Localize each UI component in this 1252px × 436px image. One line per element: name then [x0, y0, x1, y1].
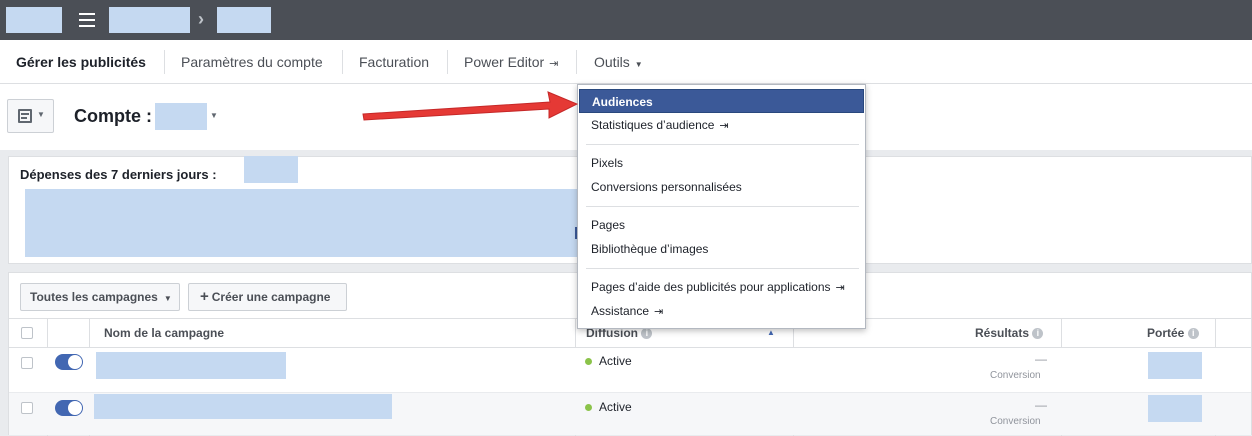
- campaign-filter-dropdown[interactable]: Toutes les campagnes ▼: [20, 283, 180, 311]
- tab-account-settings[interactable]: Paramètres du compte: [181, 40, 323, 83]
- campaign-filter-label: Toutes les campagnes: [30, 290, 158, 304]
- menu-divider: [586, 206, 859, 207]
- plus-icon: +: [200, 288, 209, 305]
- tab-power-editor-label: Power Editor: [464, 54, 545, 70]
- delivery-status: Active: [599, 400, 632, 414]
- create-campaign-button[interactable]: + Créer une campagne: [188, 283, 347, 311]
- redacted-reach: [1148, 352, 1202, 379]
- menu-item-pixels[interactable]: Pixels: [579, 151, 864, 175]
- table-row[interactable]: Active — Conversion: [9, 348, 1251, 393]
- info-icon: i: [641, 328, 653, 340]
- select-all-checkbox[interactable]: [21, 327, 33, 339]
- caret-down-icon: ▼: [634, 60, 643, 69]
- redacted-account-name[interactable]: [155, 103, 207, 130]
- redacted-breadcrumb-1[interactable]: [109, 7, 190, 33]
- menu-item-custom-conversions[interactable]: Conversions personnalisées: [579, 175, 864, 199]
- redacted-spend-amount: [244, 156, 298, 183]
- result-type: Conversion: [990, 370, 1041, 381]
- table-row[interactable]: Active — Conversion: [9, 393, 1251, 435]
- row-checkbox[interactable]: [21, 357, 33, 369]
- menu-item-audience-insights[interactable]: Statistiques d’audience ⇥: [579, 113, 864, 137]
- column-header-results-label: Résultats: [975, 326, 1030, 340]
- annotation-arrow-icon: [362, 91, 579, 121]
- tab-divider: [447, 50, 448, 74]
- menu-item-support[interactable]: Assistance ⇥: [579, 299, 864, 323]
- tab-billing[interactable]: Facturation: [359, 40, 429, 83]
- menu-item-image-library[interactable]: Bibliothèque d’images: [579, 237, 864, 261]
- status-dot: [585, 358, 592, 365]
- campaign-toggle[interactable]: [55, 400, 83, 416]
- status-dot: [585, 404, 592, 411]
- external-link-icon: ⇥: [719, 120, 729, 132]
- external-link-icon: ⇥: [549, 58, 559, 70]
- menu-divider: [586, 144, 859, 145]
- external-link-icon: ⇥: [654, 306, 664, 318]
- menu-item-audience-insights-label: Statistiques d’audience: [591, 118, 715, 132]
- menu-item-pages[interactable]: Pages: [579, 213, 864, 237]
- menu-item-app-ads-help[interactable]: Pages d’aide des publicités pour applica…: [579, 275, 864, 299]
- main-nav: Gérer les publicités Paramètres du compt…: [0, 40, 1252, 84]
- tab-tools[interactable]: Outils ▼: [594, 40, 643, 83]
- sort-ascending-icon[interactable]: ▲: [767, 328, 775, 337]
- tab-divider: [576, 50, 577, 74]
- tab-divider: [342, 50, 343, 74]
- column-header-name[interactable]: Nom de la campagne: [104, 326, 224, 340]
- row-checkbox[interactable]: [21, 402, 33, 414]
- column-header-results[interactable]: Résultats i: [975, 326, 1044, 340]
- delivery-status: Active: [599, 354, 632, 368]
- menu-item-audiences[interactable]: Audiences: [579, 89, 864, 113]
- redacted-spend-chart: [25, 189, 577, 257]
- external-link-icon: ⇥: [835, 282, 845, 294]
- account-caret-down-icon[interactable]: ▼: [210, 111, 218, 120]
- tools-dropdown-menu: Audiences Statistiques d’audience ⇥ Pixel…: [577, 84, 866, 329]
- menu-item-app-ads-help-label: Pages d’aide des publicités pour applica…: [591, 280, 831, 294]
- info-icon: i: [1032, 328, 1044, 340]
- campaign-toggle[interactable]: [55, 354, 83, 370]
- column-header-reach-label: Portée: [1147, 326, 1185, 340]
- result-type: Conversion: [990, 416, 1041, 427]
- caret-down-icon: ▼: [37, 110, 45, 119]
- redacted-campaign-name[interactable]: [96, 352, 286, 379]
- menu-item-support-label: Assistance: [591, 304, 650, 318]
- tab-tools-label: Outils: [594, 54, 630, 70]
- redacted-reach: [1148, 395, 1202, 422]
- menu-divider: [586, 268, 859, 269]
- tab-divider: [164, 50, 165, 74]
- tab-power-editor[interactable]: Power Editor ⇥: [464, 40, 558, 83]
- redacted-breadcrumb-2[interactable]: [217, 7, 271, 33]
- report-icon: [18, 109, 32, 123]
- spend-label: Dépenses des 7 derniers jours :: [20, 167, 217, 182]
- result-value: —: [1035, 352, 1047, 366]
- redacted-account-badge: [6, 7, 62, 33]
- caret-down-icon: ▼: [163, 294, 172, 303]
- create-campaign-label: Créer une campagne: [211, 290, 331, 304]
- result-value: —: [1035, 398, 1047, 412]
- info-icon: i: [1187, 328, 1199, 340]
- view-switcher-button[interactable]: ▼: [7, 99, 54, 133]
- hamburger-icon[interactable]: [79, 13, 95, 27]
- top-bar: ›: [0, 0, 1252, 40]
- redacted-campaign-name[interactable]: [94, 394, 392, 419]
- account-label: Compte :: [74, 106, 152, 126]
- column-header-reach[interactable]: Portée i: [1147, 326, 1199, 340]
- breadcrumb-separator: ›: [198, 9, 204, 29]
- tab-manage-ads[interactable]: Gérer les publicités: [16, 40, 146, 83]
